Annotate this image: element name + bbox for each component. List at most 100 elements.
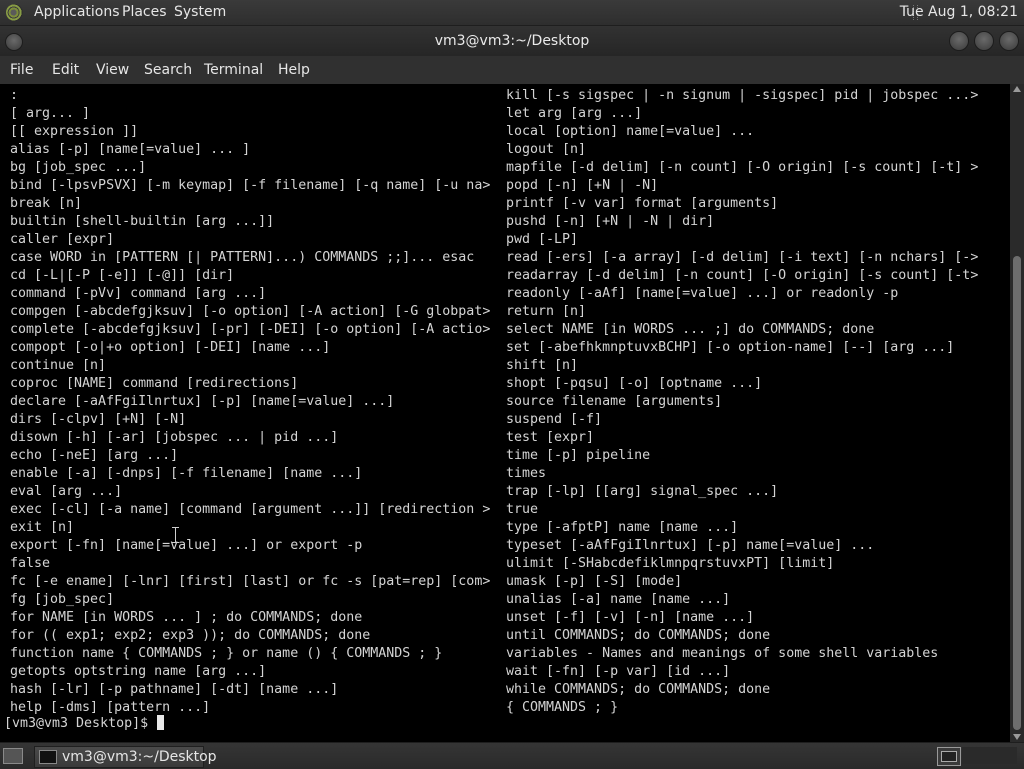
taskbar-task-label: vm3@vm3:~/Desktop [62, 749, 217, 765]
help-line: disown [-h] [-ar] [jobspec ... | pid ...… [10, 430, 339, 445]
help-line: readonly [-aAf] [name[=value] ...] or re… [506, 286, 899, 301]
help-line: unset [-f] [-v] [-n] [name ...] [506, 610, 755, 625]
terminal-menubar: File Edit View Search Terminal Help [0, 56, 1024, 84]
help-line: caller [expr] [10, 232, 115, 247]
help-line: select NAME [in WORDS ... ;] do COMMANDS… [506, 322, 875, 337]
help-line: alias [-p] [name[=value] ... ] [10, 142, 251, 157]
help-line: suspend [-f] [506, 412, 603, 427]
menu-view[interactable]: View [96, 56, 129, 84]
help-line: command [-pVv] command [arg ...] [10, 286, 267, 301]
help-line: shopt [-pqsu] [-o] [optname ...] [506, 376, 763, 391]
prompt-text: [vm3@vm3 Desktop]$ [4, 716, 157, 731]
help-line: fc [-e ename] [-lnr] [first] [last] or f… [10, 574, 491, 589]
workspace-switcher-empty[interactable] [962, 747, 1017, 764]
help-line: true [506, 502, 539, 517]
minimize-button[interactable] [949, 31, 969, 51]
help-line: bind [-lpsvPSVX] [-m keymap] [-f filenam… [10, 178, 491, 193]
help-line: pushd [-n] [+N | -N | dir] [506, 214, 715, 229]
help-line: return [n] [506, 304, 587, 319]
menu-search[interactable]: Search [144, 56, 192, 84]
help-line: time [-p] pipeline [506, 448, 651, 463]
help-line: while COMMANDS; do COMMANDS; done [506, 682, 771, 697]
help-line: local [option] name[=value] ... [506, 124, 755, 139]
help-line: trap [-lp] [[arg] signal_spec ...] [506, 484, 779, 499]
help-line: mapfile [-d delim] [-n count] [-O origin… [506, 160, 979, 175]
help-line: dirs [-clpv] [+N] [-N] [10, 412, 187, 427]
help-line: break [n] [10, 196, 83, 211]
help-line: for (( exp1; exp2; exp3 )); do COMMANDS;… [10, 628, 371, 643]
window-title: vm3@vm3:~/Desktop [434, 33, 590, 49]
help-line: compgen [-abcdefgjksuv] [-o option] [-A … [10, 304, 491, 319]
help-line: logout [n] [506, 142, 587, 157]
help-line: getopts optstring name [arg ...] [10, 664, 267, 679]
help-line: coproc [NAME] command [redirections] [10, 376, 299, 391]
help-line: read [-ers] [-a array] [-d delim] [-i te… [506, 250, 979, 265]
help-line: [ arg... ] [10, 106, 91, 121]
help-line: kill [-s sigspec | -n signum | -sigspec]… [506, 88, 979, 103]
menu-help[interactable]: Help [278, 56, 310, 84]
help-line: type [-afptP] name [name ...] [506, 520, 739, 535]
scrollbar-thumb[interactable] [1013, 256, 1021, 730]
help-line: { COMMANDS ; } [506, 700, 619, 715]
applications-menu[interactable]: Applications [34, 0, 120, 25]
scroll-up-arrow-icon[interactable] [1013, 86, 1021, 92]
help-line: until COMMANDS; do COMMANDS; done [506, 628, 771, 643]
workspace-window-icon [941, 751, 957, 762]
menu-edit[interactable]: Edit [52, 56, 79, 84]
help-line: echo [-neE] [arg ...] [10, 448, 179, 463]
help-line: exit [n] [10, 520, 75, 535]
help-line: export [-fn] [name[=value] ...] or expor… [10, 538, 363, 553]
help-line: continue [n] [10, 358, 107, 373]
help-line: [[ expression ]] [10, 124, 139, 139]
distro-logo-icon[interactable] [6, 4, 23, 21]
top-panel: Applications Places System Tue Aug 1, 08… [0, 0, 1024, 26]
terminal-area[interactable]: : [ arg... ] [[ expression ]] alias [-p] [n… [0, 84, 1010, 742]
help-line: times [506, 466, 547, 481]
help-line: wait [-fn] [-p var] [id ...] [506, 664, 731, 679]
help-line: ulimit [-SHabcdefiklmnpqrstuvxPT] [limit… [506, 556, 835, 571]
workspace-switcher[interactable] [937, 747, 961, 766]
taskbar-terminal-button[interactable]: vm3@vm3:~/Desktop [34, 746, 217, 768]
places-menu[interactable]: Places [122, 0, 167, 25]
help-line: case WORD in [PATTERN [| PATTERN]...) CO… [10, 250, 475, 265]
show-desktop-icon[interactable] [3, 748, 23, 764]
menu-file[interactable]: File [10, 56, 33, 84]
help-line: for NAME [in WORDS ... ] ; do COMMANDS; … [10, 610, 363, 625]
help-line: eval [arg ...] [10, 484, 123, 499]
help-line: : [10, 88, 19, 103]
menu-terminal[interactable]: Terminal [204, 56, 263, 84]
scroll-down-arrow-icon[interactable] [1013, 734, 1021, 740]
maximize-button[interactable] [974, 31, 994, 51]
help-line: declare [-aAfFgiIlnrtux] [-p] [name[=val… [10, 394, 395, 409]
help-line: set [-abefhkmnptuvxBCHP] [-o option-name… [506, 340, 955, 355]
help-output-right-column: kill [-s sigspec | -n signum | -sigspec]… [506, 87, 996, 717]
help-line: unalias [-a] name [name ...] [506, 592, 731, 607]
bottom-panel: vm3@vm3:~/Desktop [0, 742, 1024, 769]
window-titlebar[interactable]: vm3@vm3:~/Desktop [0, 26, 1024, 56]
help-line: builtin [shell-builtin [arg ...]] [10, 214, 275, 229]
help-line: fg [job_spec] [10, 592, 115, 607]
help-line: false [10, 556, 51, 571]
terminal-icon [39, 750, 57, 764]
help-line: test [expr] [506, 430, 595, 445]
help-output-left-column: : [ arg... ] [[ expression ]] alias [-p] [n… [10, 87, 495, 717]
help-line: function name { COMMANDS ; } or name () … [10, 646, 443, 661]
help-line: typeset [-aAfFgiIlnrtux] [-p] name[=valu… [506, 538, 875, 553]
help-line: exec [-cl] [-a name] [command [argument … [10, 502, 491, 517]
clock[interactable]: Tue Aug 1, 08:21 [900, 0, 1018, 25]
command-prompt[interactable]: [vm3@vm3 Desktop]$ [4, 715, 165, 733]
help-line: umask [-p] [-S] [mode] [506, 574, 683, 589]
help-line: readarray [-d delim] [-n count] [-O orig… [506, 268, 979, 283]
text-cursor [157, 715, 165, 730]
help-line: popd [-n] [+N | -N] [506, 178, 659, 193]
help-line: let arg [arg ...] [506, 106, 643, 121]
help-line: variables - Names and meanings of some s… [506, 646, 939, 661]
help-line: source filename [arguments] [506, 394, 723, 409]
help-line: compopt [-o|+o option] [-DEI] [name ...] [10, 340, 331, 355]
vertical-scrollbar[interactable] [1010, 84, 1024, 742]
mouse-ibeam-cursor-icon [172, 527, 179, 543]
system-menu[interactable]: System [174, 0, 226, 25]
help-line: hash [-lr] [-p pathname] [-dt] [name ...… [10, 682, 339, 697]
close-button[interactable] [999, 31, 1019, 51]
help-line: printf [-v var] format [arguments] [506, 196, 779, 211]
